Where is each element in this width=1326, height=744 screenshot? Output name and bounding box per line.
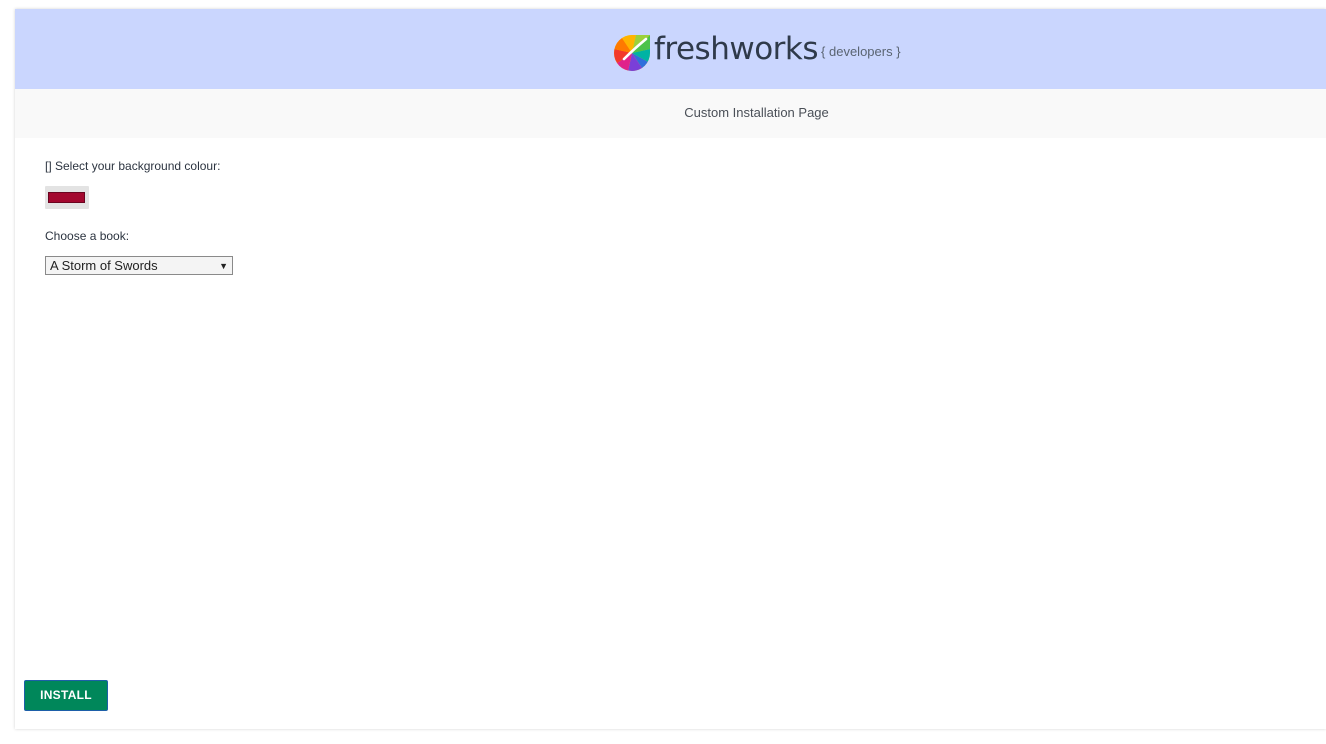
installation-page: freshworks { developers } Custom Install… [15, 9, 1326, 729]
header-bar: freshworks { developers } [15, 9, 1326, 89]
dropdown-arrow-icon: ▼ [219, 261, 228, 271]
color-field-label: [] Select your background colour: [45, 159, 221, 173]
book-field-label: Choose a book: [45, 229, 130, 243]
brand-name: freshworks [654, 31, 819, 67]
brand-suffix: { developers } [821, 44, 901, 59]
freshworks-leaf-icon [614, 35, 650, 71]
page-title: Custom Installation Page [684, 105, 829, 120]
color-swatch-fill [48, 192, 85, 203]
page-title-bar: Custom Installation Page [15, 89, 1326, 138]
background-color-picker[interactable] [45, 186, 89, 209]
install-form: [] Select your background colour: Choose… [45, 159, 233, 275]
freshworks-logo: freshworks { developers } [614, 27, 901, 71]
install-button[interactable]: INSTALL [24, 680, 108, 711]
book-select-value: A Storm of Swords [50, 258, 158, 273]
book-select[interactable]: A Storm of Swords ▼ [45, 256, 233, 275]
